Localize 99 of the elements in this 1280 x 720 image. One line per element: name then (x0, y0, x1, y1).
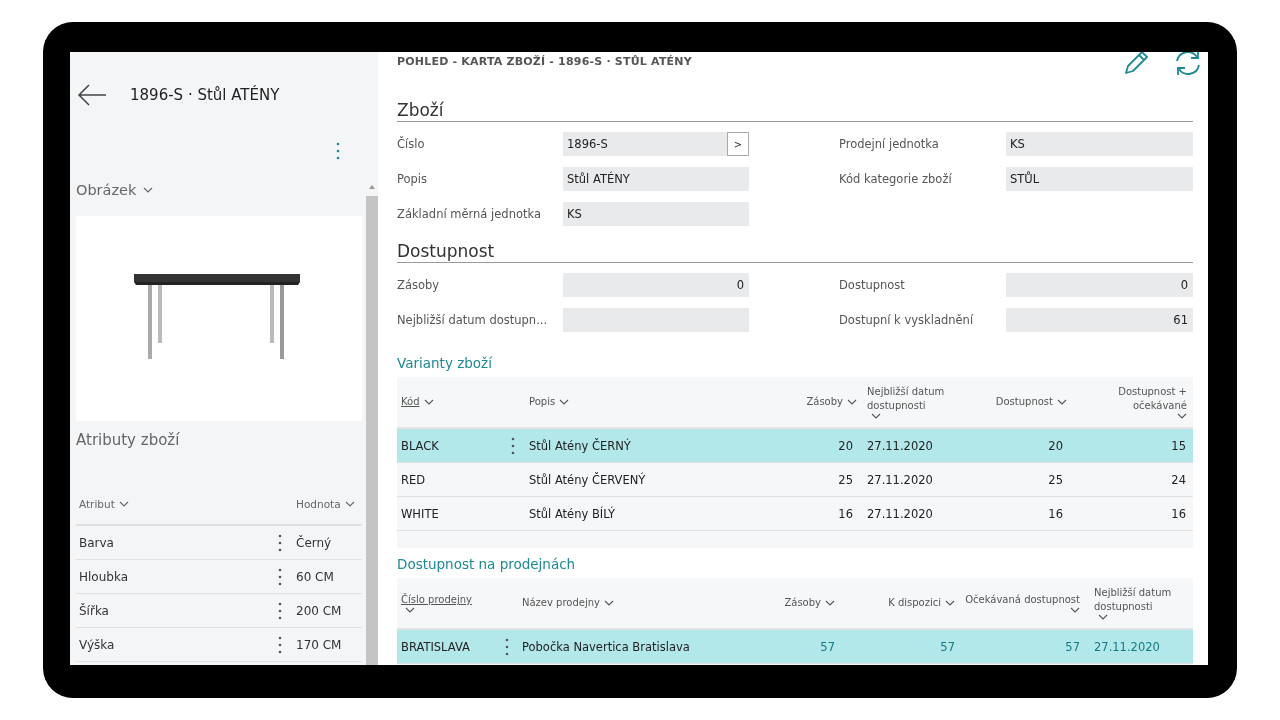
column-header[interactable]: Zásoby (760, 596, 845, 610)
table-cell: Stůl Atény ČERVENÝ (529, 472, 646, 487)
table-cell-text: Barva (79, 535, 115, 550)
chevron-down-icon (847, 399, 857, 405)
column-header[interactable]: Dostupnost (958, 395, 1073, 409)
field-label: Nejbližší datum dostupn... (397, 313, 549, 327)
table-cell: 27.11.2020 (867, 472, 933, 487)
field-label: Popis (397, 172, 429, 186)
back-arrow-icon[interactable] (77, 83, 107, 107)
field-label: Dostupnost (839, 278, 906, 292)
column-header[interactable]: Nejbližší datum dostupnosti (863, 385, 958, 419)
link[interactable]: 57 (940, 639, 955, 654)
link[interactable]: 57 (1065, 639, 1080, 654)
table-cell-text: Šířka (79, 603, 110, 618)
input-field[interactable]: 0 (563, 273, 749, 297)
chevron-down-icon (604, 600, 614, 606)
table-cell-text: Černý (296, 535, 333, 550)
chevron-down-icon (1057, 399, 1067, 405)
chevron-down-icon (405, 607, 415, 613)
section-title: Varianty zboží (397, 355, 493, 371)
page-title: 1896-S · Stůl ATÉNY (130, 86, 280, 104)
section-title: Dostupnost na prodejnách (397, 556, 577, 572)
link[interactable]: 57 (820, 639, 835, 654)
table-cell-text: 200 CM (296, 603, 343, 618)
field-label: Kód kategorie zboží (839, 172, 953, 186)
column-header[interactable]: K dispozici (845, 596, 965, 610)
chevron-down-icon (118, 501, 129, 507)
field-label: Číslo (397, 137, 426, 151)
table-cell: 20 (1048, 438, 1063, 453)
row-menu-icon[interactable] (278, 567, 282, 586)
input-field[interactable]: STŮL (1006, 167, 1193, 191)
input-field[interactable]: 0 (1006, 273, 1193, 297)
column-header[interactable]: Kód (397, 395, 500, 409)
chevron-down-icon (423, 399, 434, 405)
table-cell: BRATISLAVA (401, 639, 470, 654)
column-header[interactable]: Popis (525, 395, 800, 409)
table-cell: RED (401, 472, 426, 487)
table-row[interactable]: BRATISLAVA Pobočka Navertica Bratislava 57 57 57 27.11.2020 (397, 630, 1193, 664)
table-cell: 20 (838, 438, 853, 453)
table-cell: Pobočka Navertica Bratislava (522, 639, 690, 654)
scrollbar[interactable] (366, 52, 378, 665)
field-label: Zásoby (397, 278, 441, 292)
table-cell: Stůl Atény ČERNÝ (529, 438, 631, 453)
table-cell-text: 170 CM (296, 637, 343, 652)
chevron-down-icon (344, 501, 355, 507)
section-title: Dostupnost (397, 241, 1193, 263)
row-menu-icon[interactable] (504, 637, 509, 656)
table-cell: 25 (1048, 472, 1063, 487)
table-cell: 16 (838, 506, 853, 521)
section-toggle[interactable]: Obrázek (76, 182, 154, 198)
chevron-down-icon (1098, 614, 1108, 620)
refresh-icon[interactable] (1173, 52, 1203, 77)
table-cell: 16 (1048, 506, 1063, 521)
field-label: Dostupní k vyskladnění (839, 313, 975, 327)
table-cell: WHITE (401, 506, 439, 521)
table-cell-text: Výška (79, 637, 116, 652)
table-cell-text: 60 CM (296, 569, 335, 584)
column-header[interactable]: Atribut (79, 498, 296, 510)
table-cell: 27.11.2020 (867, 438, 933, 453)
input-field[interactable]: KS (1006, 132, 1193, 156)
chevron-down-icon (143, 187, 154, 193)
table-cell: 16 (1171, 506, 1186, 521)
lookup-button[interactable]: > (727, 132, 749, 156)
chevron-down-icon (559, 399, 570, 405)
chevron-down-icon (1177, 413, 1187, 419)
edit-icon[interactable] (1122, 52, 1150, 77)
section-title: Atributy zboží (76, 431, 181, 451)
input-field[interactable]: KS (563, 202, 749, 226)
section-title: Zboží (397, 100, 1193, 122)
column-header[interactable]: Nejbližší datum dostupnosti (1090, 586, 1193, 620)
chevron-down-icon (825, 600, 835, 606)
table-cell: 15 (1171, 438, 1186, 453)
chevron-down-icon (871, 413, 881, 419)
chevron-down-icon (1070, 607, 1080, 613)
table-cell: 24 (1171, 472, 1186, 487)
row-menu-icon[interactable] (278, 635, 282, 654)
table-row[interactable]: BLACK Stůl Atény ČERNÝ 20 27.11.2020 20 15 (397, 429, 1193, 463)
column-header[interactable]: Očekávaná dostupnost (965, 593, 1090, 613)
table-cell: BLACK (401, 438, 439, 453)
row-menu-icon[interactable] (278, 601, 282, 620)
row-menu-icon[interactable] (510, 436, 515, 455)
column-header[interactable]: Dostupnost + očekávané (1073, 385, 1193, 419)
row-menu-icon[interactable] (278, 533, 282, 552)
table-cell: Stůl Atény BÍLÝ (529, 506, 616, 521)
input-field[interactable]: 1896-S > (563, 132, 749, 156)
field-label: Základní měrná jednotka (397, 207, 542, 221)
column-header[interactable]: Zásoby (800, 395, 863, 409)
table-cell: 27.11.2020 (867, 506, 933, 521)
column-header[interactable]: Číslo prodejny (397, 593, 495, 613)
column-header[interactable]: Hodnota (296, 498, 362, 510)
breadcrumb: POHLED - KARTA ZBOŽÍ - 1896-S · STŮL ATÉNY (397, 55, 692, 70)
link[interactable]: 27.11.2020 (1094, 639, 1160, 654)
field-label: Prodejní jednotka (839, 137, 940, 151)
table-cell: 25 (838, 472, 853, 487)
input-field[interactable]: 61 (1006, 308, 1193, 332)
column-header[interactable]: Název prodejny (518, 596, 760, 610)
table-cell-text: Hloubka (79, 569, 129, 584)
input-field[interactable]: Stůl ATÉNY (563, 167, 749, 191)
chevron-down-icon (945, 600, 955, 606)
